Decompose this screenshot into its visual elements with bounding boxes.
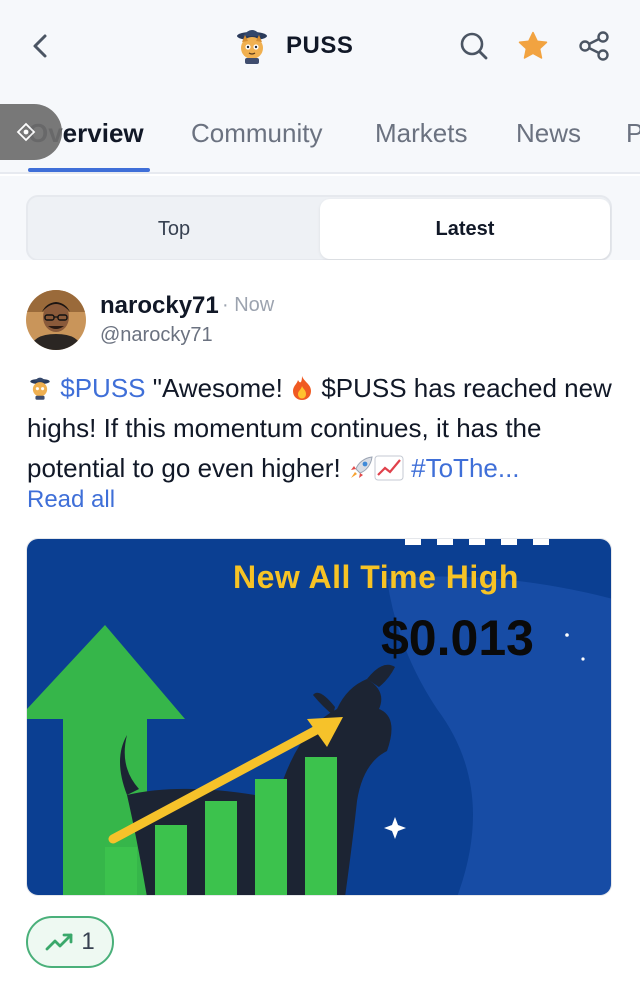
reaction-count: 1 — [81, 928, 95, 955]
post-text-part1: "Awesome! — [145, 373, 291, 403]
floating-assistant-handle[interactable] — [0, 104, 62, 160]
feed-segmented-control: Top Latest — [26, 195, 612, 261]
back-button[interactable] — [22, 28, 58, 64]
fire-icon — [293, 376, 312, 400]
diamond-icon — [16, 122, 36, 142]
segment-top[interactable]: Top — [30, 199, 318, 259]
post-timestamp: · Now — [222, 294, 275, 316]
token-logo — [237, 30, 267, 64]
token-logo-inline-icon — [30, 377, 50, 400]
page-title-group: PUSS — [232, 26, 353, 66]
tab-community[interactable]: Community — [191, 118, 322, 149]
top-header: PUSS — [0, 0, 640, 96]
community-post: narocky71 · Now @narocky71 $PUSS "Awesom… — [0, 260, 640, 982]
star-icon — [518, 31, 548, 59]
active-tab-indicator — [28, 168, 150, 172]
share-button[interactable] — [576, 28, 612, 64]
avatar[interactable] — [26, 290, 86, 350]
rocket-icon — [350, 456, 373, 478]
post-body: $PUSS "Awesome! $PUSS has reached new hi… — [27, 368, 619, 488]
tab-markets[interactable]: Markets — [375, 118, 467, 149]
chart-increasing-icon — [374, 455, 404, 481]
avatar-image — [26, 290, 86, 350]
tab-news[interactable]: News — [516, 118, 581, 149]
reaction-button[interactable]: 1 — [26, 916, 114, 968]
page-title: PUSS — [286, 32, 354, 59]
section-tabs: Overview Community Markets News P — [0, 96, 640, 174]
post-image[interactable]: New All Time High $0.013 — [26, 538, 612, 896]
search-icon — [460, 32, 488, 60]
image-price: $0.013 — [381, 610, 534, 666]
favorite-button[interactable] — [515, 28, 551, 64]
image-headline: New All Time High — [233, 559, 519, 595]
trending-up-icon — [45, 933, 73, 951]
read-all-link[interactable]: Read all — [27, 486, 115, 514]
chevron-left-icon — [33, 34, 47, 58]
ticker-link[interactable]: $PUSS — [60, 373, 145, 403]
tab-more[interactable]: P — [626, 118, 640, 149]
hashtag-link[interactable]: #ToThe... — [411, 453, 519, 483]
share-icon — [579, 31, 609, 61]
post-handle: @narocky71 — [100, 324, 213, 346]
post-username[interactable]: narocky71 — [100, 292, 219, 320]
feed-filter-bar: Top Latest — [0, 176, 640, 261]
segment-latest[interactable]: Latest — [320, 199, 610, 259]
search-button[interactable] — [456, 28, 492, 64]
